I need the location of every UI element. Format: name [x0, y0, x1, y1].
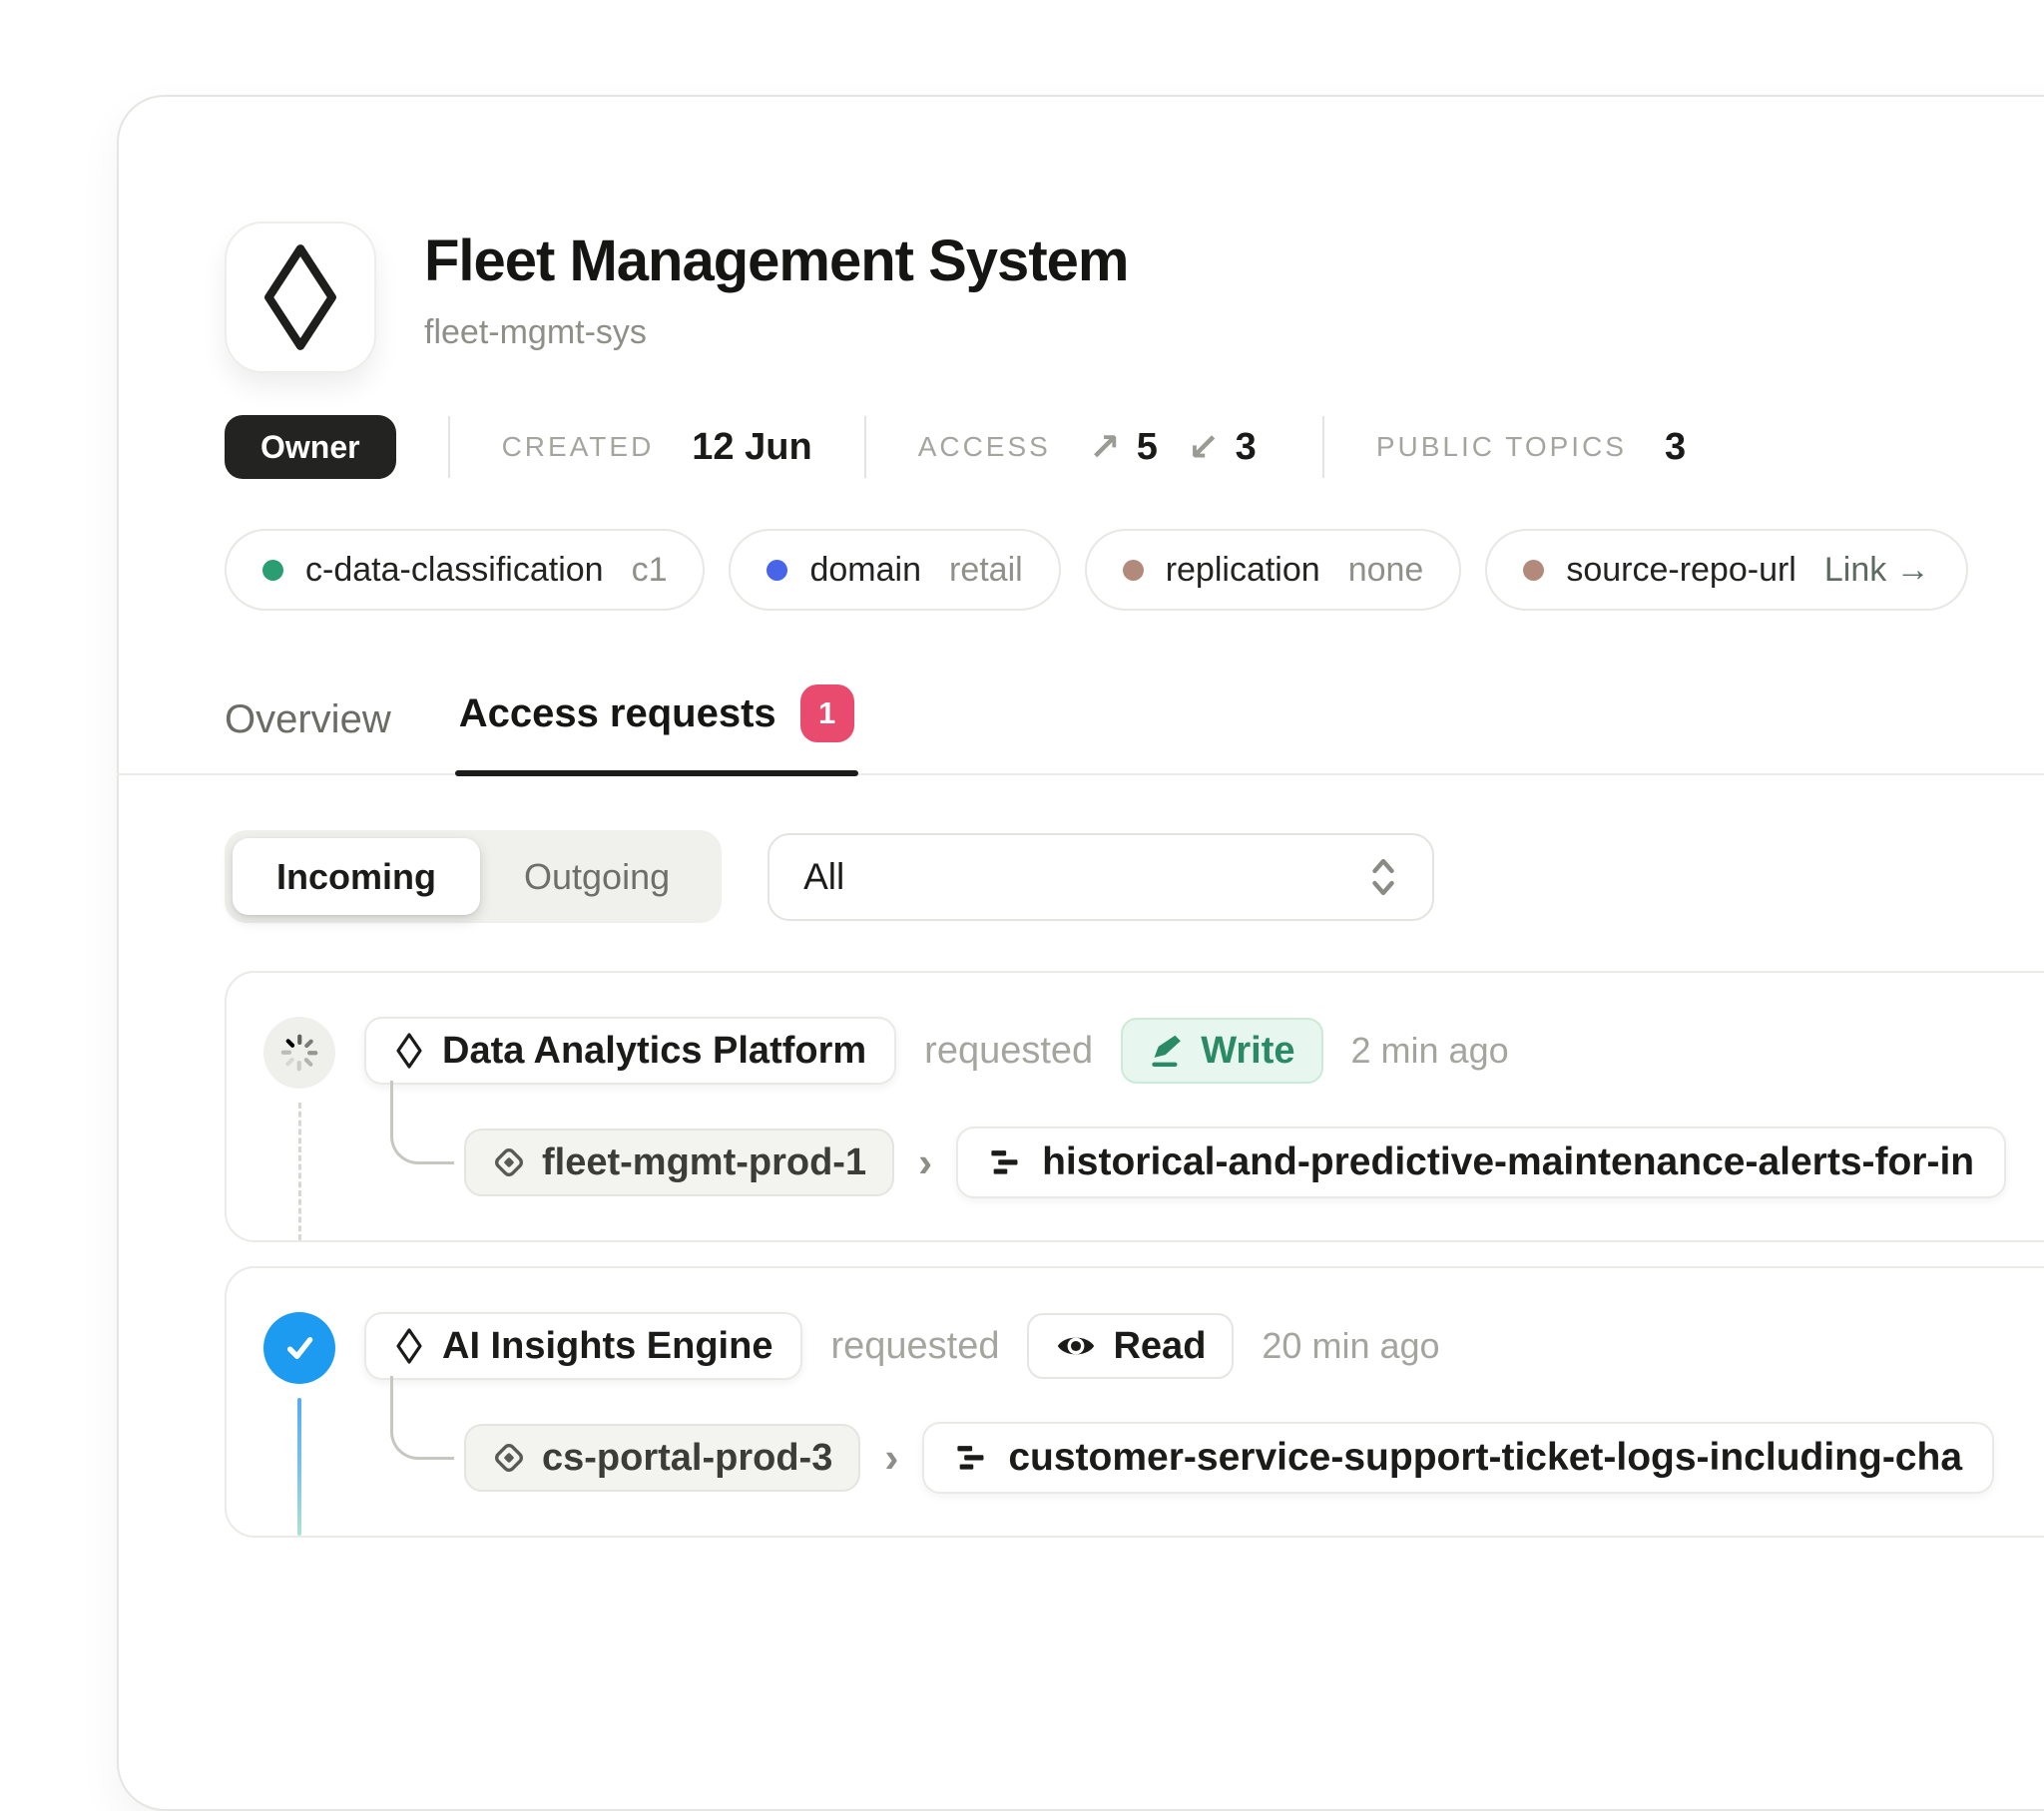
connector-elbow [390, 1081, 454, 1164]
chevron-right-icon: › [884, 1434, 898, 1482]
cluster-diamond-icon [492, 1441, 526, 1475]
access-outgoing-count: 5 [1137, 426, 1158, 469]
owner-badge: Owner [225, 415, 396, 479]
meta-created: CREATED 12 Jun [502, 426, 812, 469]
pending-status [263, 1017, 335, 1089]
divider [1322, 416, 1324, 478]
requester-app-chip[interactable]: Data Analytics Platform [364, 1017, 896, 1085]
chevron-up-down-icon [1368, 855, 1398, 899]
access-requests-count-badge: 1 [800, 684, 854, 742]
access-request-card: Data Analytics Platform requested Write … [225, 971, 2044, 1242]
header: Fleet Management System fleet-mgmt-sys [225, 222, 2044, 373]
pending-thread-line [298, 1103, 301, 1240]
outgoing-segment-button[interactable]: Outgoing [480, 838, 714, 915]
pencil-icon [1149, 1033, 1185, 1069]
request-timestamp: 20 min ago [1262, 1325, 1439, 1367]
tab-access-requests[interactable]: Access requests 1 [459, 684, 854, 776]
divider [864, 416, 866, 478]
request-type-select[interactable]: All [767, 833, 1434, 921]
access-label: ACCESS [918, 431, 1051, 463]
tag-dot-icon [262, 560, 283, 581]
created-value: 12 Jun [692, 426, 811, 469]
tag-source-repo-url[interactable]: source-repo-url Link → [1485, 529, 1967, 611]
app-detail-panel: Fleet Management System fleet-mgmt-sys O… [117, 95, 2044, 1811]
write-permission-badge: Write [1121, 1018, 1322, 1084]
access-incoming-count: 3 [1236, 426, 1257, 469]
requester-app-chip[interactable]: AI Insights Engine [364, 1312, 802, 1380]
tab-divider [117, 773, 2044, 775]
meta-public-topics: PUBLIC TOPICS 3 [1376, 426, 1686, 469]
read-permission-badge: Read [1027, 1313, 1234, 1379]
diamond-icon [394, 1327, 424, 1365]
active-tab-underline [455, 770, 858, 776]
topic-lines-icon [954, 1441, 988, 1475]
eye-icon [1055, 1330, 1097, 1362]
request-timestamp: 2 min ago [1351, 1030, 1509, 1072]
spinner-icon [277, 1031, 321, 1075]
meta-access: ACCESS ↗ 5 ↙ 3 [918, 425, 1271, 469]
access-request-card: AI Insights Engine requested Read 20 min… [225, 1266, 2044, 1538]
public-topics-label: PUBLIC TOPICS [1376, 431, 1627, 463]
diamond-icon [261, 242, 339, 352]
connector-elbow [390, 1376, 454, 1460]
app-slug: fleet-mgmt-sys [424, 313, 1128, 352]
meta-row: Owner CREATED 12 Jun ACCESS ↗ 5 ↙ 3 PUBL… [225, 415, 2044, 479]
tag-dot-icon [1123, 560, 1144, 581]
approved-status [263, 1312, 335, 1384]
tag-data-classification[interactable]: c-data-classification c1 [225, 529, 705, 611]
tab-bar: Overview Access requests 1 [225, 684, 2044, 776]
diamond-icon [394, 1032, 424, 1070]
requested-label: requested [830, 1325, 999, 1368]
cluster-chip[interactable]: fleet-mgmt-prod-1 [464, 1129, 894, 1196]
chevron-right-icon: › [918, 1138, 932, 1186]
divider [448, 416, 450, 478]
cluster-diamond-icon [492, 1145, 526, 1179]
incoming-segment-button[interactable]: Incoming [233, 838, 480, 915]
topic-chip[interactable]: customer-service-support-ticket-logs-inc… [922, 1422, 1994, 1494]
filter-controls: Incoming Outgoing All [225, 830, 2044, 923]
tag-domain[interactable]: domain retail [729, 529, 1060, 611]
arrow-up-right-icon: ↗ [1089, 425, 1121, 469]
app-logo [225, 222, 376, 373]
tab-overview[interactable]: Overview [225, 697, 391, 776]
request-type-select-value: All [803, 856, 844, 898]
source-repo-link[interactable]: Link → [1824, 551, 1930, 590]
topic-lines-icon [988, 1145, 1022, 1179]
page-title: Fleet Management System [424, 229, 1128, 293]
tag-dot-icon [1523, 560, 1544, 581]
arrow-down-left-icon: ↙ [1188, 425, 1220, 469]
check-icon [279, 1328, 319, 1368]
tags-row: c-data-classification c1 domain retail r… [225, 529, 2044, 611]
public-topics-count: 3 [1665, 426, 1686, 469]
direction-segmented-control: Incoming Outgoing [225, 830, 722, 923]
tag-dot-icon [766, 560, 787, 581]
requested-label: requested [924, 1030, 1093, 1073]
created-label: CREATED [502, 431, 655, 463]
approved-thread-line [297, 1398, 301, 1536]
cluster-chip[interactable]: cs-portal-prod-3 [464, 1424, 860, 1492]
topic-chip[interactable]: historical-and-predictive-maintenance-al… [956, 1127, 2006, 1198]
tag-replication[interactable]: replication none [1085, 529, 1462, 611]
